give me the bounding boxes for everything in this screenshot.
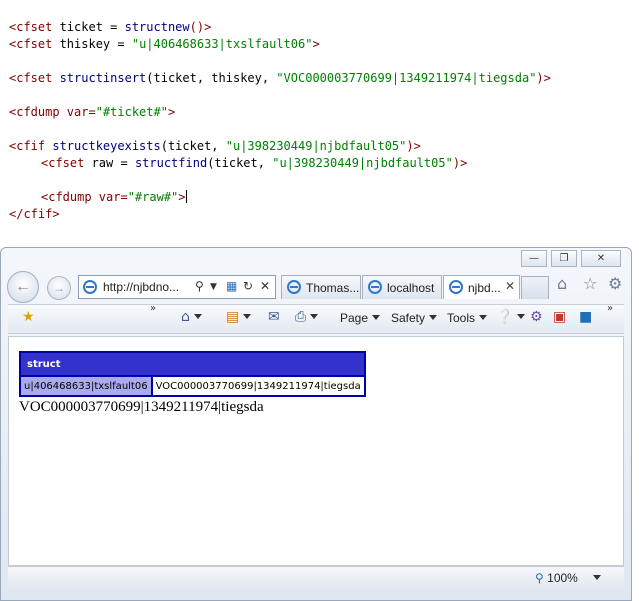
stop-icon[interactable]: ✕	[260, 279, 270, 293]
home-icon[interactable]: ⌂	[557, 274, 567, 293]
code-line-8: </cfif>	[9, 207, 60, 221]
code-token: <cfif	[9, 139, 46, 153]
address-bar[interactable]: http://njbdno... ⚲ ▼ ▦ ↻ ✕	[78, 275, 276, 299]
code-token: "u|406468633|txslfault06"	[131, 37, 313, 51]
code-token: thiskey =	[52, 37, 132, 51]
status-bar	[8, 566, 624, 591]
code-line-2: <cfset thiskey = "u|406468633|txslfault0…	[9, 37, 320, 51]
ie-icon	[83, 280, 97, 294]
tab-localhost[interactable]: localhost	[362, 275, 442, 299]
code-token: )>	[406, 139, 421, 153]
help-icon[interactable]: ❔	[496, 309, 526, 325]
code-token: structnew	[124, 20, 190, 34]
favorites-bar-icon[interactable]: ★	[22, 309, 35, 325]
tools-menu[interactable]: Tools	[447, 311, 488, 325]
minimize-button[interactable]: —	[521, 250, 547, 267]
dump-header[interactable]: struct	[19, 351, 366, 377]
code-token: (ticket,	[207, 156, 273, 170]
forward-button[interactable]: →	[47, 276, 71, 300]
code-token: <cfset	[9, 37, 53, 51]
close-tab-icon[interactable]: ✕	[505, 279, 515, 293]
code-token: structinsert	[52, 71, 147, 85]
addon-icon[interactable]: ⚙	[530, 309, 543, 325]
safety-menu[interactable]: Safety	[391, 311, 438, 325]
code-token: <cfdump	[9, 105, 60, 119]
code-token: >	[178, 190, 186, 204]
addon-icon[interactable]: ▣	[553, 309, 566, 325]
back-icon: ←	[15, 278, 31, 295]
search-dropdown-icon[interactable]: ▼	[210, 282, 217, 292]
code-token: </cfif>	[9, 207, 60, 221]
mail-icon[interactable]: ✉	[268, 309, 280, 325]
tab-label: Thomas...	[306, 281, 360, 295]
chevron-icon[interactable]: »	[607, 303, 613, 314]
code-line-1: <cfset ticket = structnew()>	[9, 20, 211, 34]
code-token: >	[167, 105, 176, 119]
code-token: <cfset	[9, 71, 53, 85]
code-token: "VOC000003770699|1349211974|tiegsda"	[276, 71, 537, 85]
window-close-button[interactable]: ✕	[581, 250, 621, 267]
tab-njbd[interactable]: njbd... ✕	[443, 275, 520, 299]
code-token: (ticket,	[160, 139, 226, 153]
code-token: "#raw#"	[127, 190, 179, 204]
ie-icon	[287, 280, 301, 294]
code-line-4: <cfdump var="#ticket#">	[9, 105, 175, 119]
code-line-3: <cfset structinsert(ticket, thiskey, "VO…	[9, 71, 551, 85]
refresh-icon[interactable]: ↻	[243, 279, 253, 293]
code-token: "u|398230449|njbdfault05"	[272, 156, 453, 170]
addon-icon[interactable]: ■	[579, 309, 592, 325]
code-token: var=	[91, 190, 128, 204]
new-tab-button[interactable]	[521, 276, 549, 299]
compat-view-icon[interactable]: ▦	[226, 279, 237, 293]
ie-icon	[368, 280, 382, 294]
settings-icon[interactable]: ⚙	[608, 274, 622, 293]
code-token: structkeyexists	[45, 139, 161, 153]
rss-icon[interactable]: ▤	[226, 309, 252, 325]
cfdump-struct-table: struct u|406468633|txslfault06 VOC000003…	[19, 351, 366, 397]
code-token: structfind	[134, 156, 208, 170]
chevron-icon[interactable]: »	[150, 303, 156, 314]
code-line-7: <cfdump var="#raw#">	[41, 190, 187, 204]
code-token: "u|398230449|njbdfault05"	[225, 139, 407, 153]
raw-output-text: VOC000003770699|1349211974|tiegsda	[19, 399, 264, 415]
code-token: ()>	[189, 20, 212, 34]
code-line-6: <cfset raw = structfind(ticket, "u|39823…	[41, 156, 467, 170]
address-url: http://njbdno...	[103, 280, 180, 294]
code-token: "#ticket#"	[95, 105, 168, 119]
forward-icon: →	[53, 281, 65, 295]
code-token: )>	[536, 71, 551, 85]
code-token: <cfset	[41, 156, 85, 170]
maximize-button[interactable]: ❐	[551, 250, 577, 267]
tab-label: localhost	[387, 281, 435, 295]
search-icon[interactable]: ⚲	[195, 279, 204, 293]
print-icon[interactable]: ⎙	[295, 309, 319, 325]
home-icon[interactable]: ⌂	[181, 309, 202, 325]
tab-thomas[interactable]: Thomas...	[281, 275, 361, 299]
ie-icon	[449, 280, 463, 294]
back-button[interactable]: ←	[7, 271, 39, 303]
text-caret	[185, 190, 187, 203]
dump-key-cell[interactable]: u|406468633|txslfault06	[19, 375, 153, 397]
code-token: <cfdump	[41, 190, 92, 204]
code-token: )>	[452, 156, 468, 170]
zoom-level: 100%	[547, 571, 578, 585]
zoom-dropdown-icon[interactable]	[593, 575, 602, 580]
code-token: (ticket, thiskey,	[146, 71, 277, 85]
code-editor[interactable]: <cfset ticket = structnew()> <cfset this…	[0, 0, 639, 247]
code-token: var=	[59, 105, 96, 119]
code-token: ticket =	[52, 20, 125, 34]
tab-label: njbd...	[468, 281, 501, 295]
page-menu[interactable]: Page	[340, 311, 381, 325]
code-token: raw =	[84, 156, 135, 170]
dump-value-cell: VOC000003770699|1349211974|tiegsda	[150, 375, 366, 397]
favorites-icon[interactable]: ☆	[583, 274, 597, 293]
code-token: >	[312, 37, 320, 51]
code-token: <cfset	[9, 20, 53, 34]
code-line-5: <cfif structkeyexists(ticket, "u|3982304…	[9, 139, 421, 153]
zoom-icon: ⚲	[535, 571, 544, 585]
zoom-control[interactable]: ⚲ 100%	[535, 571, 602, 585]
